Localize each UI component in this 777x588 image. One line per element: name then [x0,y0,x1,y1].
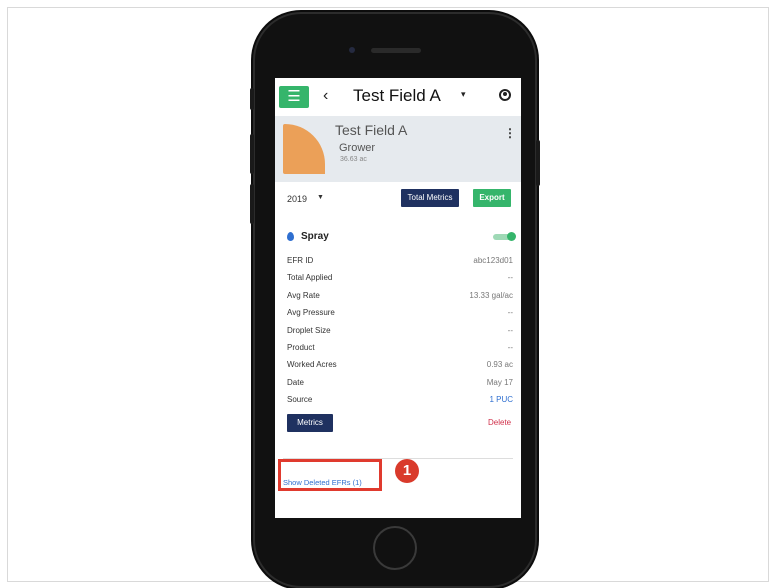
detail-value: 0.93 ac [486,360,513,370]
toggle-knob[interactable] [507,232,516,241]
field-name: Test Field A [335,122,408,138]
phone-device: ☰ ‹ Test Field A ▾ Test Field A Grower 3… [250,14,540,586]
detail-label: Total Applied [287,273,333,283]
user-profile-icon[interactable] [499,89,511,101]
detail-value: -- [507,308,513,318]
app-screen: ☰ ‹ Test Field A ▾ Test Field A Grower 3… [275,78,521,518]
detail-label: Worked Acres [287,360,337,370]
detail-value: 13.33 gal/ac [469,290,513,300]
field-dropdown-caret-icon[interactable]: ▾ [461,89,466,100]
detail-value: -- [507,342,513,352]
detail-row: EFR ID abc123d01 [287,254,513,271]
more-options-icon[interactable]: ⋮ [504,126,516,140]
power-button [536,140,540,186]
hamburger-icon: ☰ [287,88,301,105]
efr-card: Spray EFR ID abc123d01 Total Applied -- Av… [283,224,516,452]
year-select[interactable]: 2019 [287,194,307,204]
detail-label: Product [287,342,315,352]
detail-label: Avg Pressure [287,308,335,318]
detail-row: Worked Acres 0.93 ac [287,358,513,375]
volume-down-button [250,184,254,224]
detail-label: Source [287,395,313,405]
operation-label: Spray [301,231,329,242]
nav-field-title[interactable]: Test Field A [353,86,441,106]
efr-operation-header: Spray [287,230,516,246]
detail-row: Product -- [287,341,513,358]
year-caret-icon[interactable]: ▼ [317,194,324,201]
field-acres: 36.63 ac [340,156,367,163]
hamburger-menu-button[interactable]: ☰ [279,86,309,108]
detail-label: Date [287,377,304,387]
metrics-button[interactable]: Metrics [287,414,333,432]
detail-value: May 17 [486,377,513,387]
highlight-box [278,459,382,491]
field-grower: Grower [339,142,376,154]
detail-value: abc123d01 [473,256,513,265]
detail-label: Droplet Size [287,325,331,335]
step-number-badge: 1 [395,459,419,483]
season-toolbar: 2019 ▼ Total Metrics Export [275,182,521,216]
earpiece-speaker [371,48,421,53]
detail-label: EFR ID [287,256,314,265]
detail-row: Total Applied -- [287,271,513,288]
front-camera [349,47,355,53]
delete-link[interactable]: Delete [488,418,511,427]
home-button [373,526,417,570]
volume-up-button [250,134,254,174]
detail-value: -- [507,325,513,335]
field-boundary-thumbnail [283,124,325,174]
detail-row: Source 1 PUC [287,393,513,410]
detail-row: Avg Pressure -- [287,306,513,323]
top-nav-bar: ☰ ‹ Test Field A ▾ [275,78,521,116]
detail-row: Droplet Size -- [287,324,513,341]
detail-row: Avg Rate 13.33 gal/ac [287,289,513,306]
detail-row: Date May 17 [287,376,513,393]
efr-details-list: EFR ID abc123d01 Total Applied -- Avg Rate… [287,254,513,411]
field-header: Test Field A Grower 36.63 ac ⋮ [275,116,521,182]
source-link[interactable]: 1 PUC [489,395,513,404]
detail-value: -- [507,273,513,283]
total-metrics-button[interactable]: Total Metrics [401,189,459,207]
detail-label: Avg Rate [287,290,320,300]
export-button[interactable]: Export [473,189,511,207]
mute-switch [250,88,254,110]
water-drop-icon [287,232,294,241]
chevron-left-icon[interactable]: ‹ [323,87,328,105]
